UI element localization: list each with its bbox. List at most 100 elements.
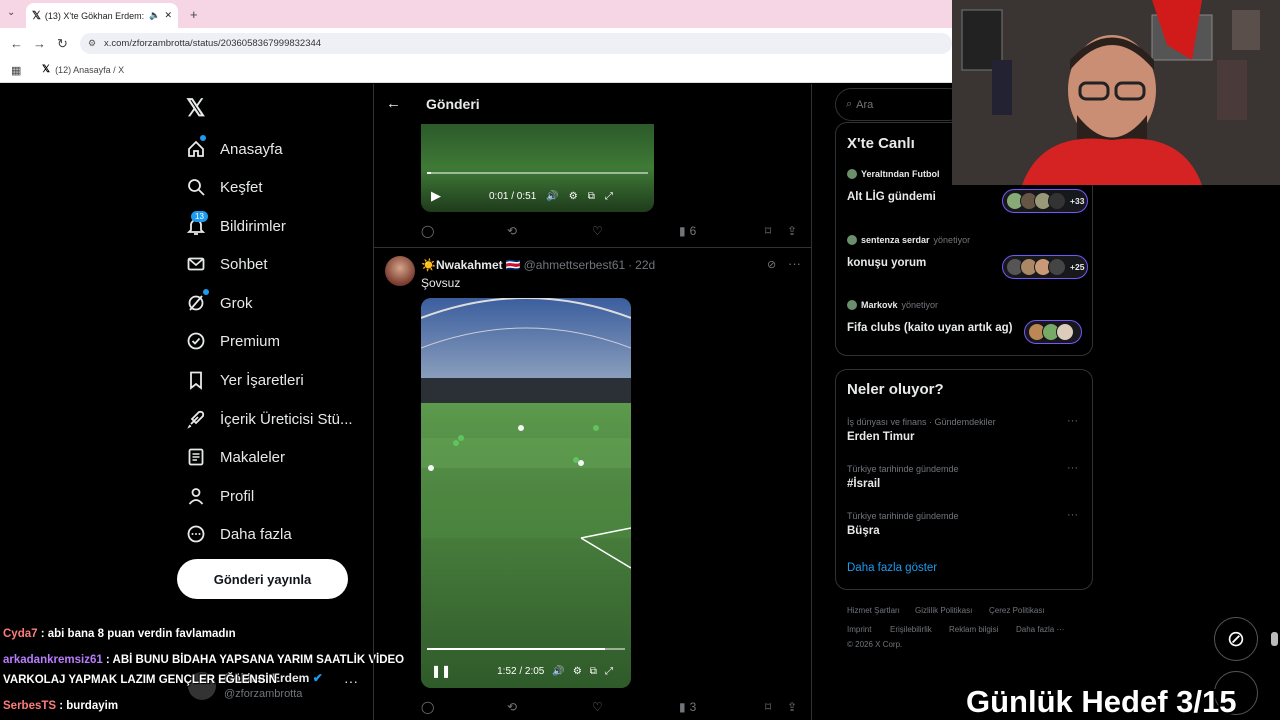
trend-more-icon[interactable]: ··· bbox=[1067, 509, 1078, 521]
author-avatar[interactable] bbox=[385, 256, 415, 286]
sidebar-item-rocket[interactable]: İçerik Üreticisi Stü... bbox=[186, 404, 376, 434]
bookmark-icon bbox=[186, 370, 206, 390]
sidebar-item-search[interactable]: Keşfet bbox=[186, 172, 376, 202]
footer-link[interactable]: Erişilebilirlik bbox=[890, 625, 932, 634]
space-participants[interactable]: +33 bbox=[1002, 189, 1089, 213]
back-icon[interactable]: ← bbox=[10, 36, 23, 51]
account-more-icon[interactable]: ··· bbox=[344, 673, 358, 689]
sidebar-item-grok[interactable]: Grok bbox=[186, 288, 376, 318]
speaker-icon[interactable]: 🔈 bbox=[149, 10, 160, 21]
close-tab-icon[interactable]: ✕ bbox=[164, 10, 172, 21]
views-stat[interactable]: ▮ 3 bbox=[679, 700, 696, 714]
sidebar-item-label: Keşfet bbox=[220, 178, 263, 196]
chat-text: VARKOLAJ YAPMAK LAZIM GENÇLER EĞLENSİN bbox=[3, 674, 277, 686]
sidebar-item-label: Bildirimler bbox=[220, 217, 286, 235]
trend-name[interactable]: #İsrail bbox=[847, 478, 880, 490]
search-icon bbox=[186, 177, 206, 197]
site-info-icon[interactable]: ⚙ bbox=[88, 38, 96, 49]
webcam-image bbox=[952, 0, 1280, 185]
pause-icon[interactable]: ❚❚ bbox=[431, 664, 451, 678]
space-participants[interactable] bbox=[1024, 320, 1082, 344]
volume-icon[interactable]: 🔊 bbox=[546, 191, 558, 202]
search-input[interactable]: ⌕ Ara bbox=[835, 88, 965, 121]
space-participants[interactable]: +25 bbox=[1002, 255, 1089, 279]
footer-link[interactable]: Çerez Politikası bbox=[989, 606, 1045, 615]
pip-icon[interactable]: ⧉ bbox=[588, 191, 595, 202]
footer-link[interactable]: Daha fazla ··· bbox=[1016, 625, 1064, 634]
host-avatar bbox=[847, 300, 857, 310]
bookmark-icon[interactable]: ⌑ bbox=[765, 700, 771, 714]
play-icon[interactable]: ▶ bbox=[431, 188, 441, 204]
new-tab-icon[interactable]: + bbox=[190, 7, 198, 22]
video-frame bbox=[421, 298, 631, 688]
reload-icon[interactable]: ↻ bbox=[57, 36, 68, 52]
verified-badge-icon bbox=[186, 331, 206, 351]
trend-more-icon[interactable]: ··· bbox=[1067, 415, 1078, 427]
more-icon[interactable]: ··· bbox=[788, 256, 801, 271]
space-title[interactable]: konuşu yorum bbox=[847, 257, 926, 269]
space-title[interactable]: Fifa clubs (kaito uyan artık ag) bbox=[847, 322, 1013, 334]
grok-fab[interactable]: ⊘ bbox=[1214, 617, 1258, 661]
fullscreen-icon[interactable]: ⤢ bbox=[605, 191, 613, 202]
reply-icon[interactable]: ◯ bbox=[421, 700, 434, 714]
post-age[interactable]: 22d bbox=[635, 258, 655, 272]
browser-tab[interactable]: 𝕏 (13) X'te Gökhan Erdem: "M 🔈 ✕ bbox=[26, 3, 178, 28]
sidebar-item-more-circle[interactable]: Daha fazla bbox=[186, 519, 376, 549]
like-icon[interactable]: ♡ bbox=[592, 700, 603, 714]
post-button[interactable]: Gönderi yayınla bbox=[177, 559, 348, 599]
volume-icon[interactable]: 🔊 bbox=[552, 666, 564, 677]
sidebar-item-home[interactable]: Anasayfa bbox=[186, 134, 376, 164]
grok-icon[interactable]: ⊘ bbox=[767, 258, 776, 271]
sidebar-item-person[interactable]: Profil bbox=[186, 481, 376, 511]
footer-link[interactable]: Gizlilik Politikası bbox=[915, 606, 972, 615]
tab-search-icon[interactable]: ⌄ bbox=[7, 7, 15, 18]
author-handle[interactable]: @ahmettserbest61 bbox=[524, 258, 626, 272]
video-progress[interactable] bbox=[427, 172, 648, 174]
footer-link[interactable]: Hizmet Şartları bbox=[847, 606, 900, 615]
trend-name[interactable]: Büşra bbox=[847, 525, 880, 537]
pip-icon[interactable]: ⧉ bbox=[590, 666, 597, 677]
url-field[interactable]: x.com/zforzambrotta/status/2036058367999… bbox=[80, 33, 952, 54]
space-host[interactable]: sentenza serdar yönetiyor bbox=[847, 235, 970, 245]
scrollbar-thumb[interactable] bbox=[1271, 632, 1278, 646]
trend-more-icon[interactable]: ··· bbox=[1067, 462, 1078, 474]
back-arrow-icon[interactable]: ← bbox=[386, 95, 401, 112]
sidebar-item-bookmark[interactable]: Yer İşaretleri bbox=[186, 365, 376, 395]
bookmark-item[interactable]: 𝕏 (12) Anasayfa / X bbox=[42, 64, 124, 75]
repost-icon[interactable]: ⟲ bbox=[507, 224, 517, 238]
views-stat[interactable]: ▮ 6 bbox=[679, 224, 696, 238]
sidebar-item-bell[interactable]: Bildirimler bbox=[186, 211, 376, 241]
settings-icon[interactable]: ⚙ bbox=[573, 666, 582, 677]
apps-grid-icon[interactable]: ▦ bbox=[11, 64, 21, 77]
video-player[interactable]: ❚❚ 1:52 / 2:05 🔊 ⚙ ⧉ ⤢ bbox=[421, 298, 631, 688]
share-icon[interactable]: ⇪ bbox=[787, 224, 797, 238]
sidebar-item-mail[interactable]: Sohbet bbox=[186, 249, 376, 279]
share-icon[interactable]: ⇪ bbox=[787, 700, 797, 714]
x-logo-icon[interactable]: 𝕏 bbox=[186, 94, 205, 123]
show-more-link[interactable]: Daha fazla göster bbox=[847, 562, 937, 574]
footer-link[interactable]: Reklam bilgisi bbox=[949, 625, 998, 634]
repost-icon[interactable]: ⟲ bbox=[507, 700, 517, 714]
bookmark-icon[interactable]: ⌑ bbox=[765, 224, 771, 238]
sidebar-item-verified-badge[interactable]: Premium bbox=[186, 326, 376, 356]
space-host[interactable]: Markovk yönetiyor bbox=[847, 300, 938, 310]
footer-link[interactable]: Imprint bbox=[847, 625, 871, 634]
sidebar-item-label: Anasayfa bbox=[220, 140, 283, 158]
search-placeholder: Ara bbox=[856, 98, 874, 111]
space-title[interactable]: Alt LİG gündemi bbox=[847, 191, 936, 203]
bookmarks-bar: ▦ 𝕏 (12) Anasayfa / X bbox=[0, 58, 952, 83]
forward-icon[interactable]: → bbox=[33, 36, 46, 51]
sidebar-item-article[interactable]: Makaleler bbox=[186, 442, 376, 472]
settings-icon[interactable]: ⚙ bbox=[569, 191, 578, 202]
chat-user: SerbesTS bbox=[3, 700, 57, 712]
fullscreen-icon[interactable]: ⤢ bbox=[605, 666, 613, 677]
space-host[interactable]: Yeraltından Futbol bbox=[847, 169, 944, 179]
sidebar-item-label: Makaleler bbox=[220, 448, 286, 466]
video-progress[interactable] bbox=[427, 648, 625, 650]
bookmark-label: (12) Anasayfa / X bbox=[55, 64, 125, 75]
trend-name[interactable]: Erden Timur bbox=[847, 431, 915, 443]
author-name[interactable]: ☀️Nwakahmet bbox=[421, 258, 503, 272]
like-icon[interactable]: ♡ bbox=[592, 224, 603, 238]
video-player[interactable]: ▶ 0:01 / 0:51 🔊 ⚙ ⧉ ⤢ bbox=[421, 124, 654, 212]
reply-icon[interactable]: ◯ bbox=[421, 224, 434, 238]
